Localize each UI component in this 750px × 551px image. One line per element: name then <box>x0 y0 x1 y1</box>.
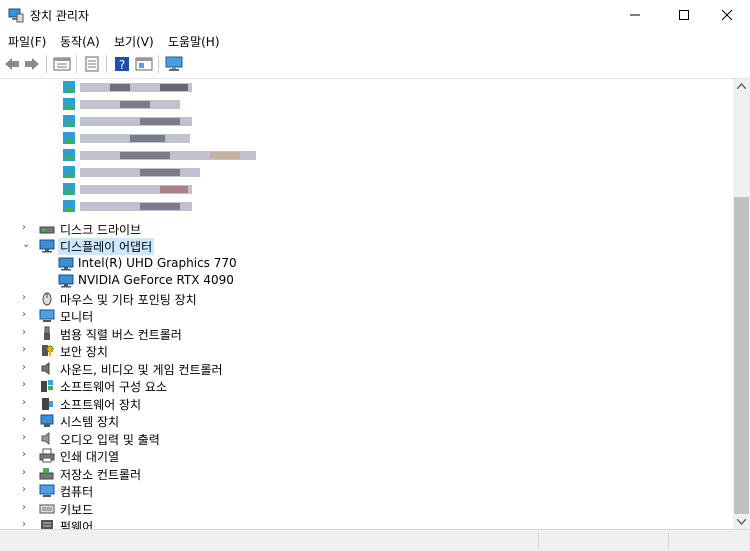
menu-file[interactable]: 파일(F) <box>8 33 46 50</box>
category-keyboards[interactable]: › 키보드 <box>0 500 733 518</box>
display-adapter-icon <box>58 274 74 288</box>
disk-drive-icon <box>39 226 55 234</box>
chevron-right-icon[interactable]: › <box>22 468 32 478</box>
scrollbar-thumb[interactable] <box>734 197 749 514</box>
scroll-up-icon[interactable] <box>737 83 746 89</box>
chevron-right-icon[interactable]: › <box>22 363 32 373</box>
chevron-right-icon[interactable]: › <box>22 328 32 338</box>
category-monitors[interactable]: › 모니터 <box>0 307 733 324</box>
tree-item-blurred[interactable] <box>0 113 733 130</box>
maximize-button[interactable] <box>661 0 707 30</box>
category-security-devices[interactable]: › 보안 장치 <box>0 342 733 360</box>
svg-text:?: ? <box>119 58 125 72</box>
category-computer[interactable]: › 컴퓨터 <box>0 482 733 499</box>
category-print-queues[interactable]: › 인쇄 대기열 <box>0 447 733 464</box>
chevron-right-icon[interactable]: › <box>22 380 32 390</box>
chevron-down-icon[interactable]: ⌄ <box>22 240 32 250</box>
system-device-icon <box>40 414 54 427</box>
menu-action[interactable]: 동작(A) <box>60 33 100 50</box>
chevron-right-icon[interactable]: › <box>22 398 32 408</box>
selected-label: 디스플레이 어댑터 <box>58 238 155 255</box>
back-icon[interactable] <box>3 56 21 72</box>
computer-icon <box>39 484 55 497</box>
menu-bar: 파일(F) 동작(A) 보기(V) 도움말(H) <box>0 30 750 50</box>
mouse-icon <box>42 292 52 306</box>
monitor-scan-icon[interactable] <box>165 56 183 72</box>
tree-item-blurred[interactable] <box>0 96 733 113</box>
category-usb-controllers[interactable]: › 범용 직렬 버스 컨트롤러 <box>0 325 733 342</box>
forward-icon[interactable] <box>23 56 41 72</box>
category-display-adapters[interactable]: ⌄ 디스플레이 어댑터 <box>0 237 733 255</box>
display-adapter-icon <box>39 239 55 253</box>
chevron-right-icon[interactable]: › <box>22 503 32 513</box>
device-tree: › 디스크 드라이브 ⌄ 디스플레이 어댑터 Intel(R) UHD Grap… <box>0 79 733 529</box>
monitor-icon <box>39 309 55 322</box>
toolbar: ? <box>0 51 750 79</box>
usb-icon <box>44 326 50 340</box>
chevron-right-icon[interactable]: › <box>22 415 32 425</box>
security-device-icon <box>42 345 54 356</box>
network-adapter-icon <box>63 183 75 195</box>
category-sound-video-game[interactable]: › 사운드, 비디오 및 게임 컨트롤러 <box>0 360 733 377</box>
network-adapter-icon <box>63 149 75 161</box>
chevron-right-icon[interactable]: › <box>22 310 32 320</box>
chevron-right-icon[interactable]: › <box>22 485 32 495</box>
chevron-right-icon[interactable]: › <box>22 520 32 530</box>
status-bar <box>0 529 750 551</box>
minimize-button[interactable] <box>612 0 658 30</box>
update-driver-icon[interactable] <box>135 56 153 72</box>
tree-item-blurred[interactable] <box>0 147 733 164</box>
chevron-right-icon[interactable]: › <box>22 345 32 355</box>
category-disk-drives[interactable]: › 디스크 드라이브 <box>0 220 733 238</box>
device-manager-icon <box>8 8 24 23</box>
printer-icon <box>39 448 55 463</box>
keyboard-icon <box>39 504 55 514</box>
chevron-right-icon[interactable]: › <box>22 293 32 303</box>
audio-icon <box>41 432 50 445</box>
device-intel-uhd[interactable]: Intel(R) UHD Graphics 770 <box>0 255 733 272</box>
category-storage-controllers[interactable]: › 저장소 컨트롤러 <box>0 465 733 483</box>
category-firmware[interactable]: › 펌웨어 <box>0 517 733 529</box>
category-mice[interactable]: › 마우스 및 기타 포인팅 장치 <box>0 290 733 307</box>
display-adapter-icon <box>58 257 74 271</box>
category-system-devices[interactable]: › 시스템 장치 <box>0 412 733 429</box>
title-bar: 장치 관리자 <box>0 0 750 30</box>
device-nvidia-rtx[interactable]: NVIDIA GeForce RTX 4090 <box>0 272 733 289</box>
tree-item-blurred[interactable] <box>0 181 733 198</box>
scroll-down-icon[interactable] <box>737 519 746 525</box>
category-audio-io[interactable]: › 오디오 입력 및 출력 <box>0 430 733 447</box>
tree-item-blurred[interactable] <box>0 164 733 181</box>
vertical-scrollbar[interactable] <box>733 79 750 529</box>
network-adapter-icon <box>63 81 75 93</box>
chevron-right-icon[interactable]: › <box>22 223 32 233</box>
view-icon[interactable] <box>83 56 101 72</box>
help-icon[interactable]: ? <box>113 56 131 72</box>
software-device-icon <box>42 398 53 410</box>
network-adapter-icon <box>63 166 75 178</box>
firmware-icon <box>41 520 53 529</box>
close-button[interactable] <box>704 0 750 30</box>
close-icon <box>721 9 733 21</box>
menu-view[interactable]: 보기(V) <box>114 33 154 50</box>
properties-sheet-icon[interactable] <box>53 56 71 72</box>
window-title: 장치 관리자 <box>30 9 90 23</box>
storage-controller-icon <box>39 468 54 480</box>
tree-item-blurred[interactable] <box>0 130 733 147</box>
speaker-icon <box>41 362 50 375</box>
category-software-components[interactable]: › 소프트웨어 구성 요소 <box>0 377 733 395</box>
network-adapter-icon <box>63 132 75 144</box>
category-software-devices[interactable]: › 소프트웨어 장치 <box>0 395 733 413</box>
software-component-icon <box>41 380 53 392</box>
network-adapter-icon <box>63 98 75 110</box>
chevron-right-icon[interactable]: › <box>22 433 32 443</box>
tree-item-blurred[interactable] <box>0 198 733 215</box>
network-adapter-icon <box>63 200 75 212</box>
tree-item-blurred[interactable] <box>0 79 733 96</box>
network-adapter-icon <box>63 115 75 127</box>
chevron-right-icon[interactable]: › <box>22 450 32 460</box>
menu-help[interactable]: 도움말(H) <box>168 33 220 50</box>
maximize-icon <box>679 10 689 20</box>
minimize-icon <box>630 14 640 16</box>
